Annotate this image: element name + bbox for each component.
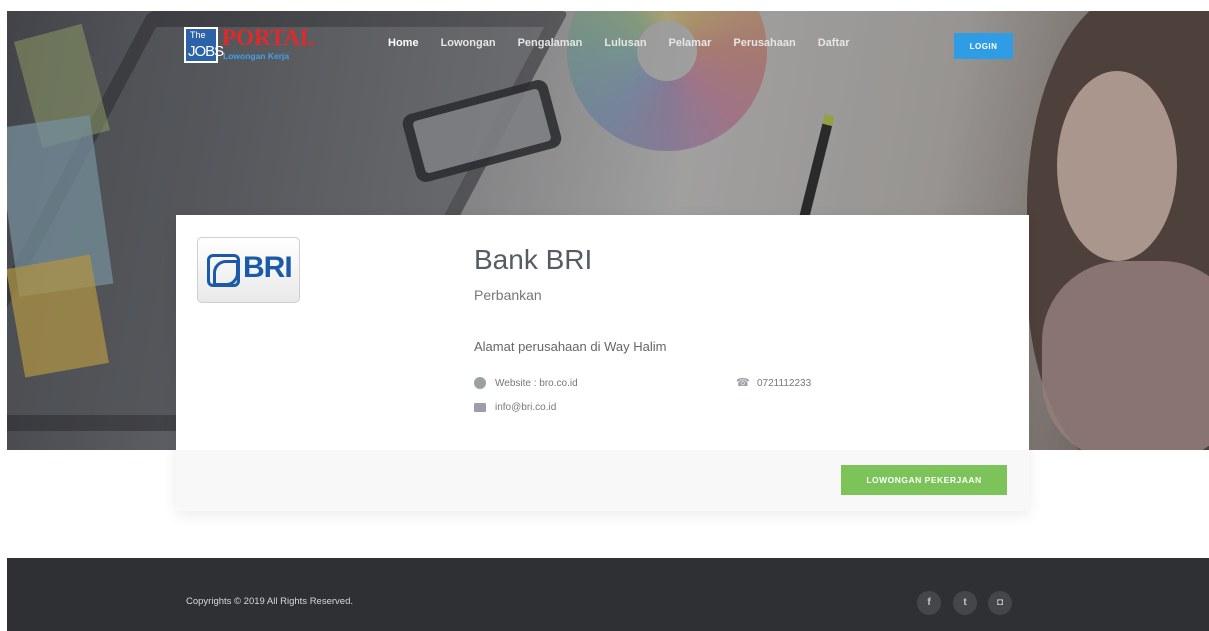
bri-logo-icon <box>207 254 240 287</box>
logo-box: The JOBS <box>184 27 224 63</box>
company-address: Alamat perusahaan di Way Halim <box>474 339 667 354</box>
email-text: info@bri.co.id <box>495 402 557 413</box>
company-website[interactable]: Website : bro.co.id <box>474 377 578 389</box>
login-button[interactable]: LOGIN <box>954 33 1013 59</box>
phone-icon: ☎ <box>736 377 750 389</box>
company-sector: Perbankan <box>474 287 542 303</box>
nav-daftar[interactable]: Daftar <box>818 37 850 49</box>
logo-jobs: JOBS <box>188 43 224 60</box>
copyright-text: Copyrights © 2019 All Rights Reserved. <box>186 596 353 607</box>
nav-lulusan[interactable]: Lulusan <box>604 37 646 49</box>
nav-perusahaan[interactable]: Perusahaan <box>733 37 795 49</box>
nav-pelamar[interactable]: Pelamar <box>669 37 712 49</box>
page: The JOBS PORTAL Lowongan Kerja Home Lowo… <box>0 0 1209 631</box>
envelope-icon <box>474 403 486 412</box>
website-text: Website : bro.co.id <box>495 377 578 389</box>
site-logo[interactable]: The JOBS PORTAL Lowongan Kerja <box>184 25 315 63</box>
logo-portal: PORTAL <box>222 25 316 50</box>
logo-subtitle: Lowongan Kerja <box>223 51 290 61</box>
nav-home[interactable]: Home <box>388 37 419 49</box>
company-email[interactable]: info@bri.co.id <box>474 402 556 413</box>
main-nav: Home Lowongan Pengalaman Lulusan Pelamar… <box>388 37 872 49</box>
company-name: Bank BRI <box>474 244 593 275</box>
site-footer: Copyrights © 2019 All Rights Reserved. f… <box>7 558 1209 631</box>
globe-icon <box>474 377 486 389</box>
facebook-icon[interactable]: f <box>917 591 941 615</box>
lowongan-pekerjaan-button[interactable]: LOWONGAN PEKERJAAN <box>841 465 1007 495</box>
company-logo: BRI <box>197 237 300 303</box>
company-logo-text: BRI <box>243 251 293 284</box>
twitter-icon[interactable]: t <box>953 591 977 615</box>
instagram-icon[interactable]: ◘ <box>988 591 1012 615</box>
nav-lowongan[interactable]: Lowongan <box>441 37 496 49</box>
company-card: BRI Bank BRI Perbankan Alamat perusahaan… <box>176 215 1029 511</box>
company-phone: ☎ 0721112233 <box>736 377 811 389</box>
logo-the: The <box>190 30 206 40</box>
nav-pengalaman[interactable]: Pengalaman <box>518 37 583 49</box>
phone-text: 0721112233 <box>757 377 812 389</box>
